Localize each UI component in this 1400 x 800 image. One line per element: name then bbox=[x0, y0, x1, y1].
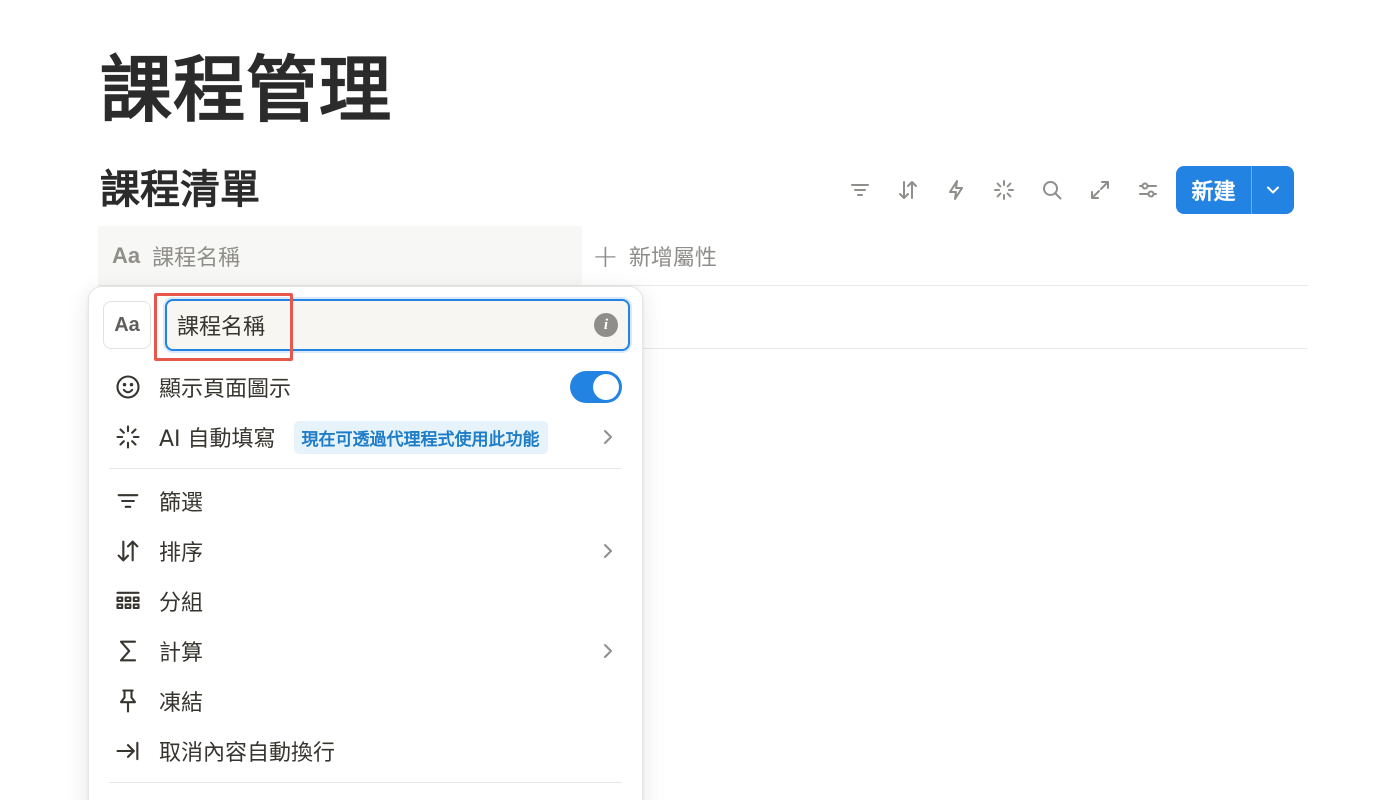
sort-icon bbox=[117, 540, 139, 562]
property-name-field: i bbox=[165, 299, 630, 351]
menu-item-label: 凍結 bbox=[159, 691, 204, 716]
ai-sparkle-icon bbox=[994, 180, 1014, 200]
expand-icon bbox=[1091, 181, 1109, 199]
search-icon bbox=[1043, 181, 1062, 200]
chevron-right-icon bbox=[604, 430, 612, 444]
new-button-group: 新建 bbox=[1176, 166, 1294, 214]
menu-item-calculate[interactable]: 計算 bbox=[101, 627, 632, 675]
menu-item-group[interactable]: 分組 bbox=[101, 577, 632, 625]
sigma-icon bbox=[119, 640, 137, 662]
column-header-course-name[interactable]: Aa 課程名稱 bbox=[98, 226, 582, 286]
filter-button[interactable] bbox=[836, 166, 884, 214]
search-button[interactable] bbox=[1028, 166, 1076, 214]
filter-icon bbox=[117, 494, 139, 508]
menu-item-sort[interactable]: 排序 bbox=[101, 527, 632, 575]
menu-divider bbox=[109, 782, 622, 783]
menu-divider bbox=[109, 468, 622, 469]
settings-icon bbox=[1139, 182, 1157, 198]
automation-icon bbox=[949, 180, 963, 200]
show-page-icon-toggle[interactable] bbox=[570, 371, 622, 403]
chevron-right-icon bbox=[604, 644, 612, 658]
sort-button[interactable] bbox=[884, 166, 932, 214]
text-type-icon: Aa bbox=[112, 243, 141, 268]
menu-item-label: 取消內容自動換行 bbox=[159, 741, 336, 766]
pin-icon bbox=[119, 689, 137, 713]
menu-item-label: 篩選 bbox=[159, 491, 204, 516]
menu-item-label: 分組 bbox=[159, 591, 204, 616]
database-toolbar bbox=[836, 166, 1172, 214]
menu-item-filter[interactable]: 篩選 bbox=[101, 477, 632, 525]
ai-button[interactable] bbox=[980, 166, 1028, 214]
group-icon bbox=[116, 591, 140, 610]
new-button[interactable]: 新建 bbox=[1176, 166, 1252, 214]
chevron-right-icon bbox=[604, 544, 612, 558]
agent-available-badge: 現在可透過代理程式使用此功能 bbox=[293, 420, 548, 454]
filter-icon bbox=[851, 184, 869, 196]
chevron-down-icon bbox=[1267, 186, 1279, 194]
table-row-divider bbox=[640, 348, 1308, 349]
database-title[interactable]: 課程清單 bbox=[100, 166, 260, 214]
wrap-icon bbox=[116, 741, 139, 761]
new-dropdown-button[interactable] bbox=[1252, 166, 1294, 214]
toggle-knob bbox=[593, 374, 619, 400]
page-title: 課程管理 bbox=[100, 48, 393, 132]
column-header-label: 課程名稱 bbox=[152, 246, 241, 271]
menu-item-label: 計算 bbox=[159, 641, 204, 666]
ai-sparkle-icon bbox=[116, 425, 140, 449]
property-menu: Aa i 顯示頁面圖示 AI 自動填寫 現在可透過代理程式使用此功能 篩選 排序… bbox=[88, 286, 643, 800]
menu-item-label: 顯示頁面圖示 bbox=[159, 377, 292, 402]
view-settings-button[interactable] bbox=[1124, 166, 1172, 214]
menu-item-label: AI 自動填寫 bbox=[159, 427, 276, 452]
menu-item-unwrap[interactable]: 取消內容自動換行 bbox=[101, 727, 632, 775]
menu-item-show-page-icon[interactable]: 顯示頁面圖示 bbox=[101, 363, 632, 411]
add-property-label: 新增屬性 bbox=[628, 246, 717, 271]
add-property-button[interactable]: + 新增屬性 bbox=[592, 226, 717, 286]
menu-item-ai-autofill[interactable]: AI 自動填寫 現在可透過代理程式使用此功能 bbox=[101, 413, 632, 461]
expand-button[interactable] bbox=[1076, 166, 1124, 214]
menu-item-label: 排序 bbox=[159, 541, 204, 566]
plus-icon: + bbox=[592, 237, 619, 275]
automation-button[interactable] bbox=[932, 166, 980, 214]
sort-icon bbox=[899, 181, 917, 199]
smiley-icon bbox=[116, 375, 140, 399]
info-icon[interactable]: i bbox=[594, 313, 618, 337]
property-type-button[interactable]: Aa bbox=[103, 301, 151, 349]
menu-item-freeze[interactable]: 凍結 bbox=[101, 677, 632, 725]
property-name-input[interactable] bbox=[177, 309, 577, 341]
